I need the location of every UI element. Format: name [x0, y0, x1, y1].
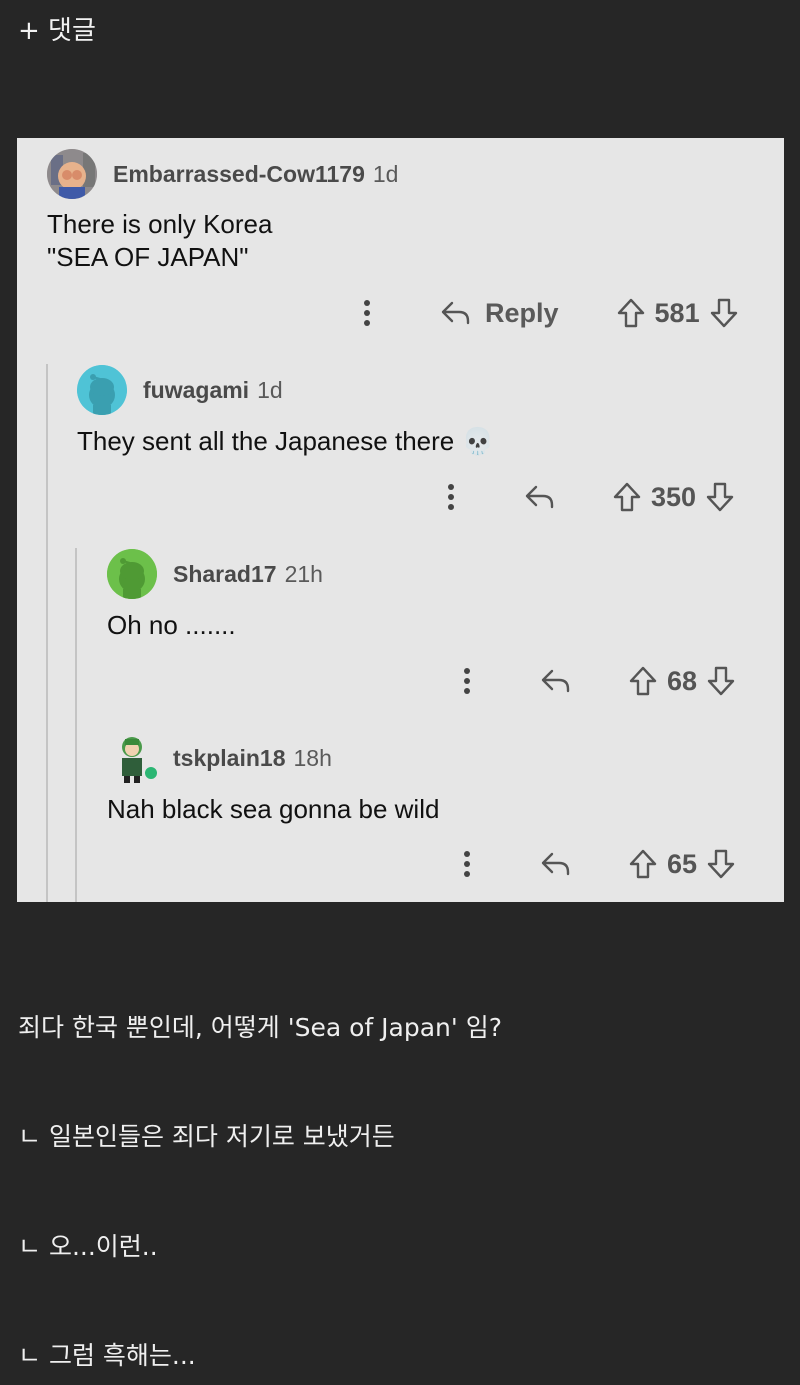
add-comment-button[interactable]: + 댓글: [18, 10, 96, 47]
reply-button[interactable]: Reply: [441, 298, 559, 329]
comment-age: 1d: [372, 160, 399, 187]
online-status-icon: [143, 765, 159, 781]
vote-score: 65: [667, 848, 698, 879]
thread-line-level-2: [75, 548, 77, 902]
vote-score: 350: [651, 481, 697, 512]
comment-body: Oh no .......: [107, 610, 236, 640]
reply-arrow-icon[interactable]: [541, 852, 571, 876]
comment-age: 18h: [293, 744, 332, 771]
comment-age: 1d: [257, 376, 283, 403]
thread-line-level-1: [46, 364, 48, 902]
more-options-icon[interactable]: [353, 300, 381, 326]
reply-arrow-icon: [441, 301, 471, 325]
more-options-icon[interactable]: [453, 668, 481, 694]
comment-body: They sent all the Japanese there 💀: [77, 426, 494, 456]
translation-line-4: ㄴ 그럼 흑해는...: [18, 1341, 196, 1370]
more-options-icon[interactable]: [437, 484, 465, 510]
translation-line-3: ㄴ 오...이런..: [18, 1232, 158, 1261]
more-options-icon[interactable]: [453, 851, 481, 877]
translation-line-2: ㄴ 일본인들은 죄다 저기로 보냈거든: [18, 1122, 395, 1151]
comment-username[interactable]: Embarrassed-Cow1179: [113, 161, 365, 188]
upvote-icon[interactable]: [617, 298, 645, 328]
user-avatar[interactable]: [107, 733, 159, 783]
translation-line-1: 죄다 한국 뿐인데, 어떻게 'Sea of Japan' 임?: [18, 1013, 502, 1042]
comment-age: 21h: [284, 560, 323, 587]
reply-arrow-icon[interactable]: [541, 669, 571, 693]
downvote-icon[interactable]: [706, 482, 734, 512]
user-avatar[interactable]: [47, 149, 97, 199]
user-avatar[interactable]: [77, 365, 127, 415]
upvote-icon[interactable]: [613, 482, 641, 512]
vote-score: 581: [654, 297, 700, 328]
upvote-icon[interactable]: [629, 666, 657, 696]
vote-score: 68: [667, 665, 698, 696]
comment-username[interactable]: Sharad17: [173, 561, 277, 588]
downvote-icon[interactable]: [707, 849, 735, 879]
comment-body: Nah black sea gonna be wild: [107, 794, 440, 824]
downvote-icon[interactable]: [710, 298, 738, 328]
comment-body: There is only Korea "SEA OF JAPAN": [47, 209, 273, 272]
upvote-icon[interactable]: [629, 849, 657, 879]
reply-arrow-icon[interactable]: [525, 485, 555, 509]
reddit-thread-screenshot: Embarrassed-Cow1179 1d There is only Kor…: [17, 138, 784, 902]
comment-username[interactable]: tskplain18: [173, 745, 286, 772]
downvote-icon[interactable]: [707, 666, 735, 696]
user-avatar[interactable]: [107, 549, 157, 599]
comment-username[interactable]: fuwagami: [143, 377, 249, 404]
